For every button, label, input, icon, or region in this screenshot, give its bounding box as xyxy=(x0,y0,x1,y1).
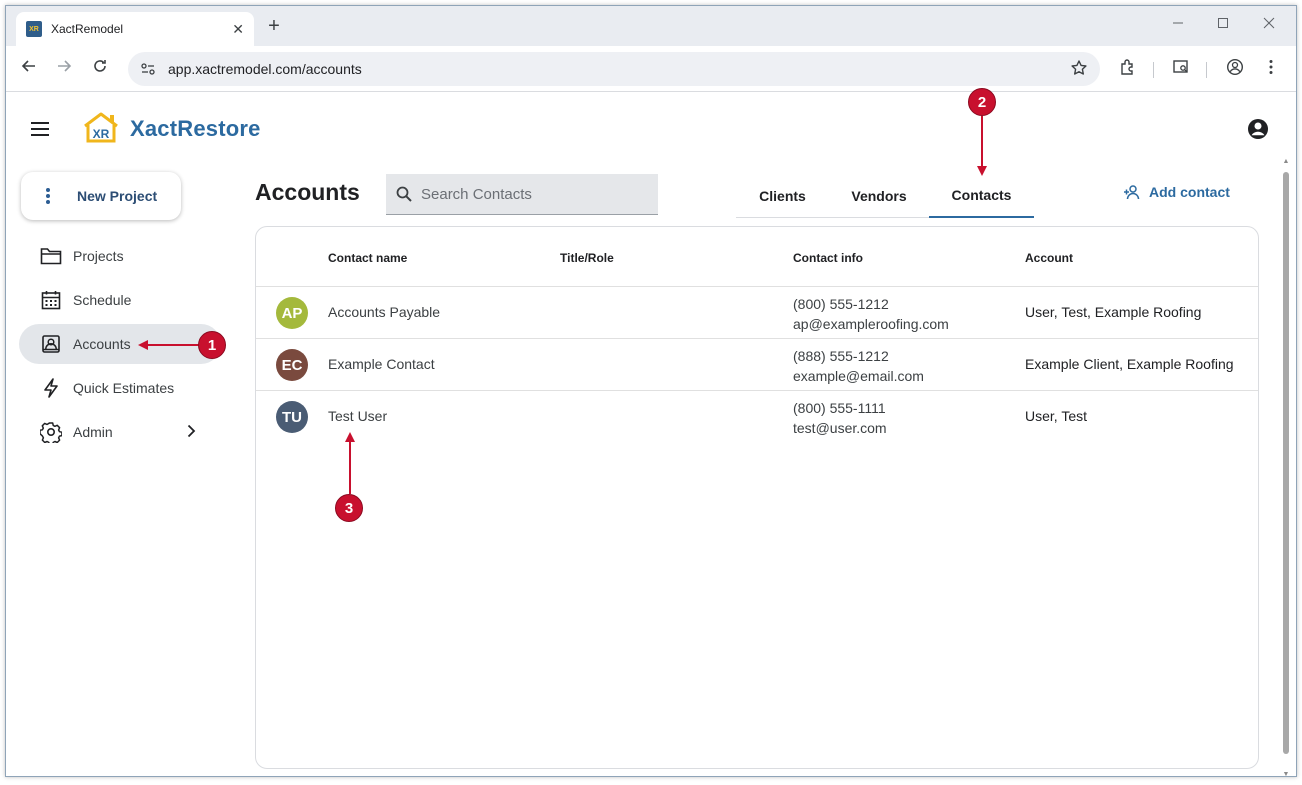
search-contacts-field[interactable] xyxy=(386,174,658,215)
toolbar-separator xyxy=(1153,62,1154,78)
address-bar[interactable]: app.xactremodel.com/accounts xyxy=(128,52,1100,86)
contact-email: test@user.com xyxy=(793,420,887,436)
annotation-callout-1: 1 xyxy=(198,331,226,359)
contacts-table: Contact name Title/Role Contact info Acc… xyxy=(255,226,1259,769)
brand-name[interactable]: XactRestore xyxy=(130,116,261,142)
annotation-arrow-2 xyxy=(977,116,987,176)
sidebar-item-label: Admin xyxy=(73,424,113,440)
more-vert-icon xyxy=(46,186,50,206)
sidebar-item-label: Schedule xyxy=(73,292,132,308)
reload-icon[interactable] xyxy=(89,58,111,80)
contact-info: (888) 555-1212 example@email.com xyxy=(793,346,924,386)
tab-vendors[interactable]: Vendors xyxy=(829,174,929,218)
annotation-arrow-3 xyxy=(345,432,355,494)
minimize-icon[interactable] xyxy=(1168,16,1188,32)
annotation-arrow-1 xyxy=(138,340,200,350)
url-text[interactable]: app.xactremodel.com/accounts xyxy=(168,61,362,77)
scroll-down-icon[interactable]: ▼ xyxy=(1281,771,1291,776)
browser-menu-icon[interactable] xyxy=(1260,58,1282,80)
contact-account: User, Test, Example Roofing xyxy=(1025,304,1202,320)
avatar: EC xyxy=(276,349,308,381)
sidebar-item-label: Quick Estimates xyxy=(73,380,175,396)
logo-text: XR xyxy=(93,127,110,141)
contact-email: example@email.com xyxy=(793,368,924,384)
sidebar-item-schedule[interactable]: Schedule xyxy=(19,280,221,320)
account-circle-icon[interactable] xyxy=(1247,118,1269,140)
sidebar-item-admin[interactable]: Admin xyxy=(19,412,221,452)
add-contact-label: Add contact xyxy=(1149,184,1230,200)
contact-card-icon xyxy=(40,333,62,355)
maximize-icon[interactable] xyxy=(1213,16,1233,32)
calendar-icon xyxy=(40,289,62,311)
add-person-icon xyxy=(1124,185,1140,200)
new-project-button[interactable]: New Project xyxy=(21,172,181,220)
extensions-icon[interactable] xyxy=(1117,58,1139,80)
close-tab-icon[interactable]: ✕ xyxy=(232,21,244,38)
page-title: Accounts xyxy=(255,179,360,205)
contact-email: ap@exampleroofing.com xyxy=(793,316,949,332)
tab-strip: XR XactRemodel ✕ + xyxy=(6,6,1296,46)
sidebar-item-label: Accounts xyxy=(73,336,131,352)
tab-title: XactRemodel xyxy=(51,22,124,36)
contact-name[interactable]: Accounts Payable xyxy=(328,304,440,320)
browser-toolbar: app.xactremodel.com/accounts xyxy=(6,46,1296,92)
scrollbar-thumb[interactable] xyxy=(1283,172,1289,754)
column-header-contact-name[interactable]: Contact name xyxy=(328,251,407,265)
table-row[interactable]: EC Example Contact (888) 555-1212 exampl… xyxy=(256,338,1258,390)
search-icon xyxy=(396,186,412,202)
column-header-contact-info[interactable]: Contact info xyxy=(793,251,863,265)
bookmark-star-icon[interactable] xyxy=(1070,59,1088,82)
hamburger-menu-icon[interactable] xyxy=(31,122,49,140)
contact-info: (800) 555-1111 test@user.com xyxy=(793,398,887,438)
column-header-title-role[interactable]: Title/Role xyxy=(560,251,614,265)
contact-name[interactable]: Example Contact xyxy=(328,356,435,372)
gear-icon xyxy=(40,421,62,443)
profile-icon[interactable] xyxy=(1224,58,1246,80)
tab-search-icon[interactable] xyxy=(1170,58,1192,80)
contact-account: User, Test xyxy=(1025,408,1087,424)
favicon-icon: XR xyxy=(26,21,42,37)
app-body: XR XactRestore New Project Projects Sche… xyxy=(6,92,1296,776)
window-close-icon[interactable] xyxy=(1259,16,1279,32)
contact-phone: (800) 555-1111 xyxy=(793,400,886,416)
add-contact-button[interactable]: Add contact xyxy=(1123,184,1230,200)
table-row[interactable]: TU Test User (800) 555-1111 test@user.co… xyxy=(256,390,1258,442)
sidebar-item-projects[interactable]: Projects xyxy=(19,236,221,276)
xactrestore-logo-icon: XR xyxy=(84,112,118,143)
annotation-callout-3: 3 xyxy=(335,494,363,522)
table-row[interactable]: AP Accounts Payable (800) 555-1212 ap@ex… xyxy=(256,286,1258,338)
site-info-icon[interactable] xyxy=(140,61,156,77)
account-tabs: Clients Vendors Contacts xyxy=(736,174,1034,218)
toolbar-separator xyxy=(1206,62,1207,78)
search-input[interactable] xyxy=(421,185,641,203)
back-icon[interactable] xyxy=(18,58,40,80)
lightning-icon xyxy=(40,377,62,399)
contact-info: (800) 555-1212 ap@exampleroofing.com xyxy=(793,294,949,334)
browser-tab[interactable]: XR XactRemodel ✕ xyxy=(16,12,254,46)
chevron-right-icon[interactable] xyxy=(183,423,199,439)
forward-icon[interactable] xyxy=(53,58,75,80)
avatar: AP xyxy=(276,297,308,329)
contact-phone: (800) 555-1212 xyxy=(793,296,889,312)
contact-name[interactable]: Test User xyxy=(328,408,387,424)
folder-icon xyxy=(40,245,62,267)
contact-account: Example Client, Example Roofing xyxy=(1025,356,1234,372)
sidebar-item-quick-estimates[interactable]: Quick Estimates xyxy=(19,368,221,408)
tab-contacts[interactable]: Contacts xyxy=(929,174,1034,218)
scroll-up-icon[interactable]: ▲ xyxy=(1281,158,1291,165)
new-tab-button[interactable]: + xyxy=(262,15,286,39)
avatar: TU xyxy=(276,401,308,433)
tab-clients[interactable]: Clients xyxy=(736,174,829,218)
contact-phone: (888) 555-1212 xyxy=(793,348,889,364)
annotation-callout-2: 2 xyxy=(968,88,996,116)
new-project-label: New Project xyxy=(77,188,158,204)
sidebar-item-label: Projects xyxy=(73,248,124,264)
page-scrollbar[interactable]: ▲ ▼ xyxy=(1281,158,1291,776)
browser-window: XR XactRemodel ✕ + app.xactremodel.com/a… xyxy=(5,5,1297,777)
column-header-account[interactable]: Account xyxy=(1025,251,1073,265)
